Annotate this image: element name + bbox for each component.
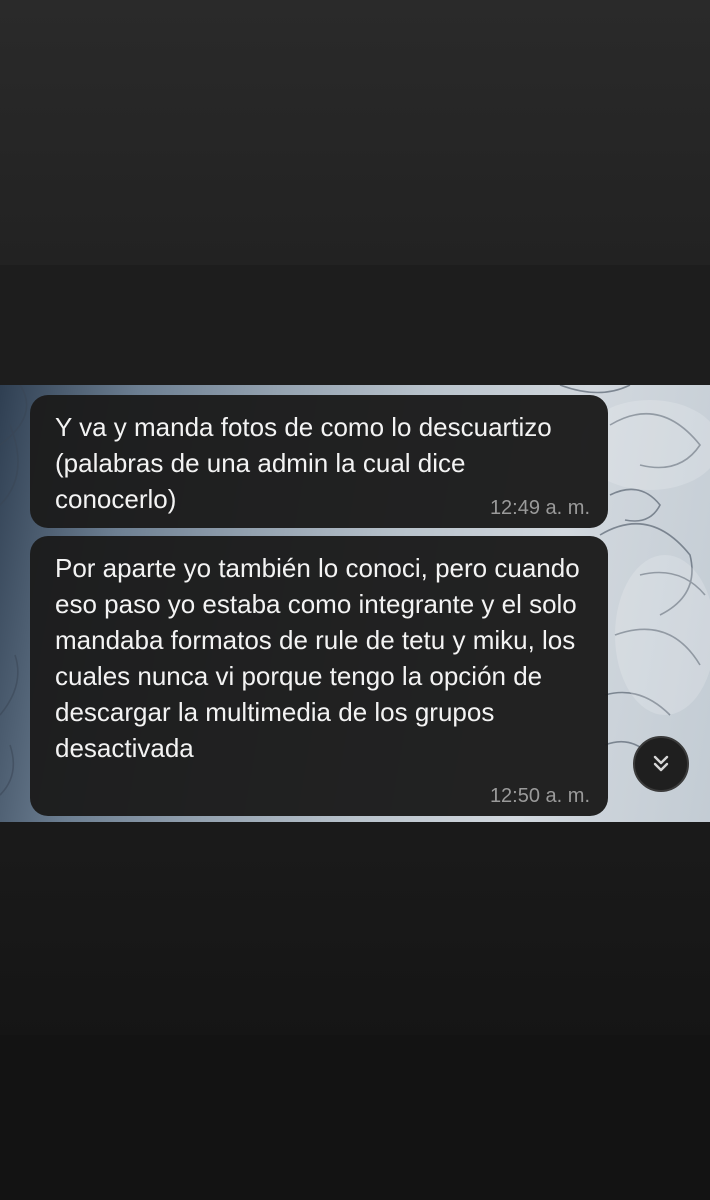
message-timestamp: 12:49 a. m. bbox=[489, 497, 590, 519]
message-timestamp: 12:50 a. m. bbox=[489, 785, 590, 807]
message-bubble[interactable]: Y va y manda fotos de como lo descuartiz… bbox=[30, 395, 608, 528]
bottom-background bbox=[0, 1035, 710, 1200]
message-text: Por aparte yo también lo conoci, pero cu… bbox=[55, 553, 580, 763]
message-bubble[interactable]: Por aparte yo también lo conoci, pero cu… bbox=[30, 536, 608, 816]
middle-background bbox=[0, 265, 710, 385]
top-background bbox=[0, 0, 710, 265]
chat-screenshot: Y va y manda fotos de como lo descuartiz… bbox=[0, 385, 710, 822]
double-chevron-down-icon bbox=[653, 755, 669, 772]
scroll-to-bottom-button[interactable] bbox=[633, 736, 689, 792]
